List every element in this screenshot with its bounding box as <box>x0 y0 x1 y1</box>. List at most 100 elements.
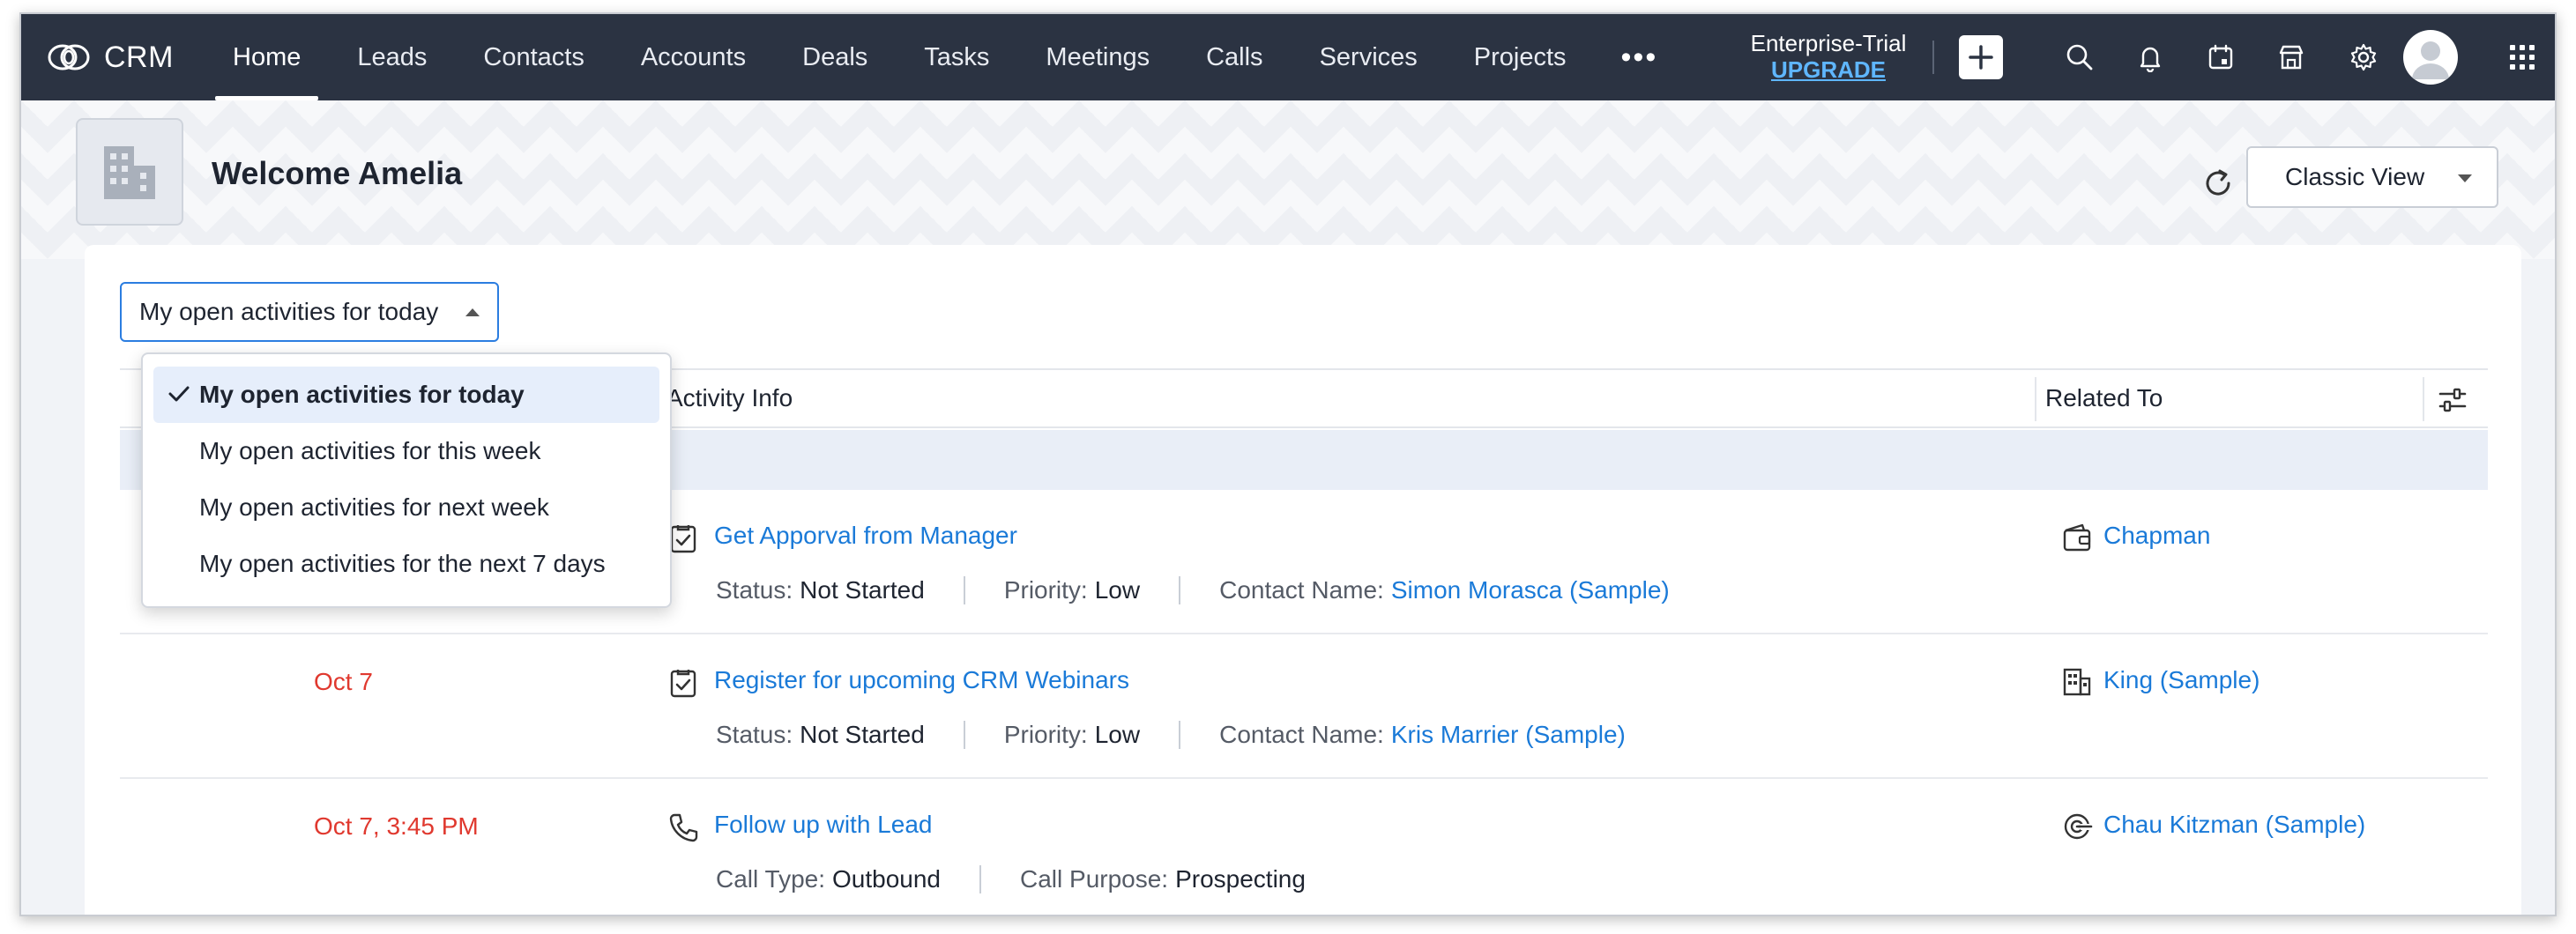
brand-logo[interactable]: CRM <box>46 40 205 75</box>
apps-grid-button[interactable] <box>2500 35 2544 79</box>
brand-name: CRM <box>104 40 174 74</box>
nav-tab-calls[interactable]: Calls <box>1178 14 1291 100</box>
activity-meta: Status: Not Started Priority: Low Contac… <box>716 576 1670 604</box>
activity-filter-select[interactable]: My open activities for today <box>120 282 499 342</box>
meta-label: Status: <box>716 576 793 604</box>
column-settings-icon[interactable] <box>2435 382 2470 418</box>
meta-value: Low <box>1094 721 1141 748</box>
store-icon <box>2279 45 2304 70</box>
nav-tab-services[interactable]: Services <box>1292 14 1446 100</box>
activity-filter-value: My open activities for today <box>139 298 439 325</box>
trial-info: Enterprise-Trial UPGRADE <box>1723 30 1934 83</box>
view-select-value: Classic View <box>2285 163 2425 190</box>
filter-option-this-week[interactable]: My open activities for this week <box>153 423 659 479</box>
lead-icon <box>2064 813 2093 840</box>
grid-icon <box>2510 45 2535 70</box>
activity-date: Oct 7, 3:45 PM <box>314 812 479 840</box>
table-row[interactable]: Oct 7 Register for upcoming CRM Webinars… <box>120 634 2488 779</box>
nav-tab-projects[interactable]: Projects <box>1446 14 1595 100</box>
related-to-link[interactable]: King (Sample) <box>2103 666 2260 694</box>
refresh-icon[interactable] <box>2199 164 2237 203</box>
contact-name-link[interactable]: Kris Marrier (Sample) <box>1391 721 1626 749</box>
wallet-icon <box>2063 523 2091 552</box>
meta-label: Contact Name: <box>1219 721 1384 748</box>
activity-title-link[interactable]: Register for upcoming CRM Webinars <box>714 666 1129 694</box>
meta-label: Priority: <box>1003 576 1088 604</box>
meta-divider <box>963 721 965 749</box>
calendar-button[interactable] <box>2199 35 2243 79</box>
filter-option-next-week[interactable]: My open activities for next week <box>153 479 659 536</box>
nav-tabs: Home Leads Contacts Accounts Deals Tasks… <box>205 14 1684 100</box>
phone-icon <box>669 813 698 842</box>
bell-icon <box>2140 47 2161 72</box>
meta-value: Prospecting <box>1175 865 1306 893</box>
nav-tab-leads[interactable]: Leads <box>329 14 455 100</box>
chevron-up-icon <box>465 308 480 316</box>
nav-tab-home[interactable]: Home <box>205 14 329 100</box>
related-to-link[interactable]: Chau Kitzman (Sample) <box>2103 811 2365 839</box>
meta-label: Call Type: <box>716 865 825 893</box>
nav-divider <box>1932 41 1934 74</box>
nav-tab-contacts[interactable]: Contacts <box>455 14 612 100</box>
filter-option-today[interactable]: My open activities for today <box>153 367 659 423</box>
meta-divider <box>979 865 981 893</box>
nav-tab-accounts[interactable]: Accounts <box>613 14 774 100</box>
nav-tab-deals[interactable]: Deals <box>774 14 896 100</box>
meta-label: Call Purpose: <box>1020 865 1169 893</box>
activity-meta: Status: Not Started Priority: Low Contac… <box>716 721 1626 749</box>
building-icon <box>2063 668 2091 696</box>
meta-label: Status: <box>716 721 793 748</box>
meta-label: Contact Name: <box>1219 576 1384 604</box>
column-header-activity[interactable]: Activity Info <box>666 384 793 412</box>
user-avatar[interactable] <box>2403 30 2458 85</box>
gear-icon <box>2350 43 2377 71</box>
meta-value: Not Started <box>800 721 925 748</box>
filter-option-label: My open activities for this week <box>199 437 541 464</box>
top-nav: CRM Home Leads Contacts Accounts Deals T… <box>21 14 2555 100</box>
calendar-icon <box>2208 44 2233 70</box>
column-divider <box>2423 377 2424 421</box>
app-window: CRM Home Leads Contacts Accounts Deals T… <box>19 12 2557 916</box>
activity-filter-dropdown: My open activities for today My open act… <box>141 352 672 608</box>
column-header-related[interactable]: Related To <box>2045 384 2163 412</box>
related-to-link[interactable]: Chapman <box>2103 522 2210 550</box>
building-icon <box>104 146 155 199</box>
trial-label: Enterprise-Trial <box>1750 30 1907 56</box>
activity-title-link[interactable]: Follow up with Lead <box>714 811 932 839</box>
contact-name-link[interactable]: Simon Morasca (Sample) <box>1391 576 1670 604</box>
meta-label: Priority: <box>1003 721 1088 748</box>
view-select[interactable]: Classic View <box>2246 146 2498 208</box>
chevron-down-icon <box>2458 174 2472 182</box>
activity-date: Oct 7 <box>314 668 373 695</box>
welcome-title: Welcome Amelia <box>212 155 463 191</box>
company-logo[interactable] <box>76 118 183 226</box>
meta-value: Low <box>1094 576 1141 604</box>
filter-option-label: My open activities for next week <box>199 493 549 521</box>
meta-divider <box>1179 721 1181 749</box>
meta-divider <box>1179 576 1181 604</box>
checkmark-icon <box>168 386 190 402</box>
notifications-button[interactable] <box>2128 35 2172 79</box>
task-icon <box>670 670 696 698</box>
settings-button[interactable] <box>2341 35 2386 79</box>
more-tabs-button[interactable]: ••• <box>1595 41 1685 75</box>
filter-option-label: My open activities for the next 7 days <box>199 550 606 577</box>
user-icon <box>2412 41 2449 79</box>
column-divider <box>2035 377 2036 421</box>
table-row[interactable]: Oct 7, 3:45 PM Follow up with Lead Call … <box>120 779 2488 915</box>
filter-option-label: My open activities for today <box>199 381 525 408</box>
activity-title-link[interactable]: Get Apporval from Manager <box>714 522 1017 550</box>
search-icon <box>2066 44 2093 70</box>
nav-tab-meetings[interactable]: Meetings <box>1017 14 1178 100</box>
nav-tab-tasks[interactable]: Tasks <box>896 14 1017 100</box>
meta-divider <box>963 576 965 604</box>
crm-logo-icon <box>48 44 90 70</box>
search-button[interactable] <box>2058 35 2102 79</box>
meta-value: Outbound <box>832 865 941 893</box>
upgrade-link[interactable]: UPGRADE <box>1723 56 1934 83</box>
meta-value: Not Started <box>800 576 925 604</box>
create-new-button[interactable] <box>1959 35 2003 79</box>
marketplace-button[interactable] <box>2269 35 2313 79</box>
filter-option-next-7-days[interactable]: My open activities for the next 7 days <box>153 536 659 592</box>
activity-meta: Call Type: Outbound Call Purpose: Prospe… <box>716 865 1306 893</box>
